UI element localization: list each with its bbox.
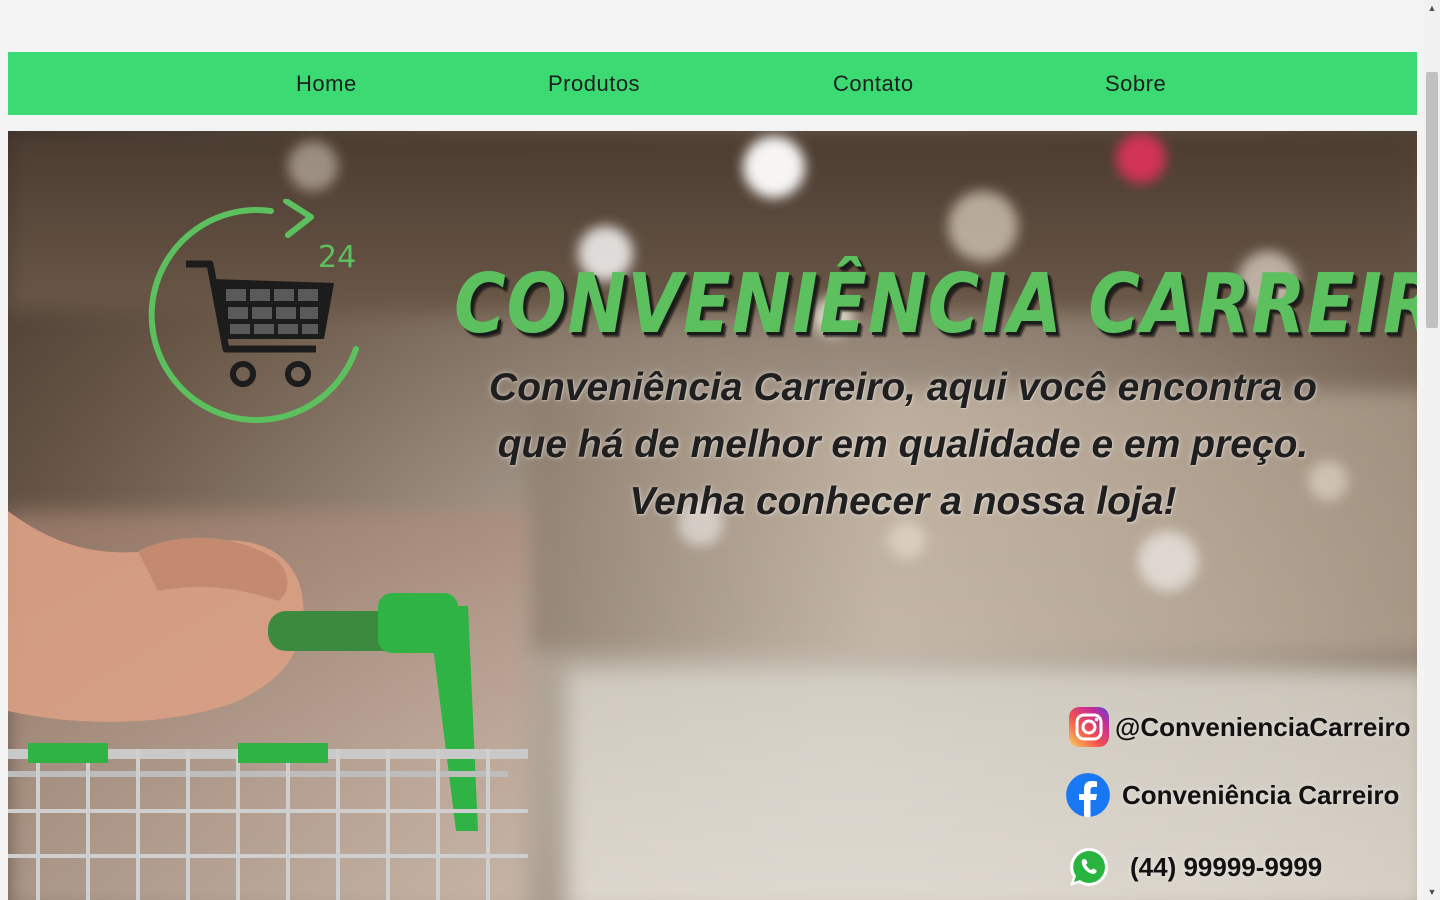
facebook-page-name: Conveniência Carreiro bbox=[1122, 779, 1400, 810]
nav-home-link[interactable]: Home bbox=[296, 52, 357, 115]
instagram-contact[interactable]: @ConvenienciaCarreiro bbox=[1069, 707, 1411, 747]
bokeh-light bbox=[288, 141, 338, 191]
nav-about-link[interactable]: Sobre bbox=[1105, 52, 1166, 115]
shopping-cart-24h-icon: 24 bbox=[148, 199, 359, 423]
nav-products-link[interactable]: Produtos bbox=[548, 52, 640, 115]
tagline-line: que há de melhor em qualidade e em preço… bbox=[497, 423, 1309, 466]
scroll-down-arrow-icon[interactable]: ▼ bbox=[1424, 884, 1440, 900]
logo-24-badge: 24 bbox=[318, 240, 356, 275]
nav-contact-link[interactable]: Contato bbox=[833, 52, 914, 115]
hero-tagline: Conveniência Carreiro, aqui você encontr… bbox=[428, 359, 1378, 530]
page-scrollbar[interactable]: ▲ ▼ bbox=[1424, 0, 1440, 900]
bokeh-light bbox=[1138, 531, 1198, 591]
whatsapp-number: (44) 99999-9999 bbox=[1130, 851, 1323, 882]
instagram-handle: @ConvenienciaCarreiro bbox=[1115, 711, 1411, 742]
bokeh-light bbox=[948, 191, 1018, 261]
whatsapp-icon bbox=[1070, 848, 1108, 886]
instagram-icon bbox=[1069, 707, 1109, 747]
whatsapp-contact[interactable]: (44) 99999-9999 bbox=[1068, 846, 1322, 888]
main-navbar: Home Produtos Contato Sobre bbox=[8, 52, 1417, 115]
scroll-up-arrow-icon[interactable]: ▲ bbox=[1424, 0, 1440, 16]
hero-banner: 24 Conveniência Carreiro Conveniência Ca… bbox=[8, 131, 1417, 900]
facebook-contact[interactable]: Conveniência Carreiro bbox=[1066, 773, 1399, 817]
tagline-line: Conveniência Carreiro, aqui você encontr… bbox=[489, 366, 1317, 409]
bokeh-light bbox=[743, 136, 805, 198]
shopping-cart-photo bbox=[8, 511, 528, 900]
tagline-line: Venha conhecer a nossa loja! bbox=[629, 480, 1177, 523]
bokeh-light bbox=[1116, 133, 1166, 183]
facebook-icon bbox=[1066, 773, 1110, 817]
scrollbar-thumb[interactable] bbox=[1426, 72, 1438, 328]
brand-title: Conveniência Carreiro bbox=[454, 257, 1417, 352]
